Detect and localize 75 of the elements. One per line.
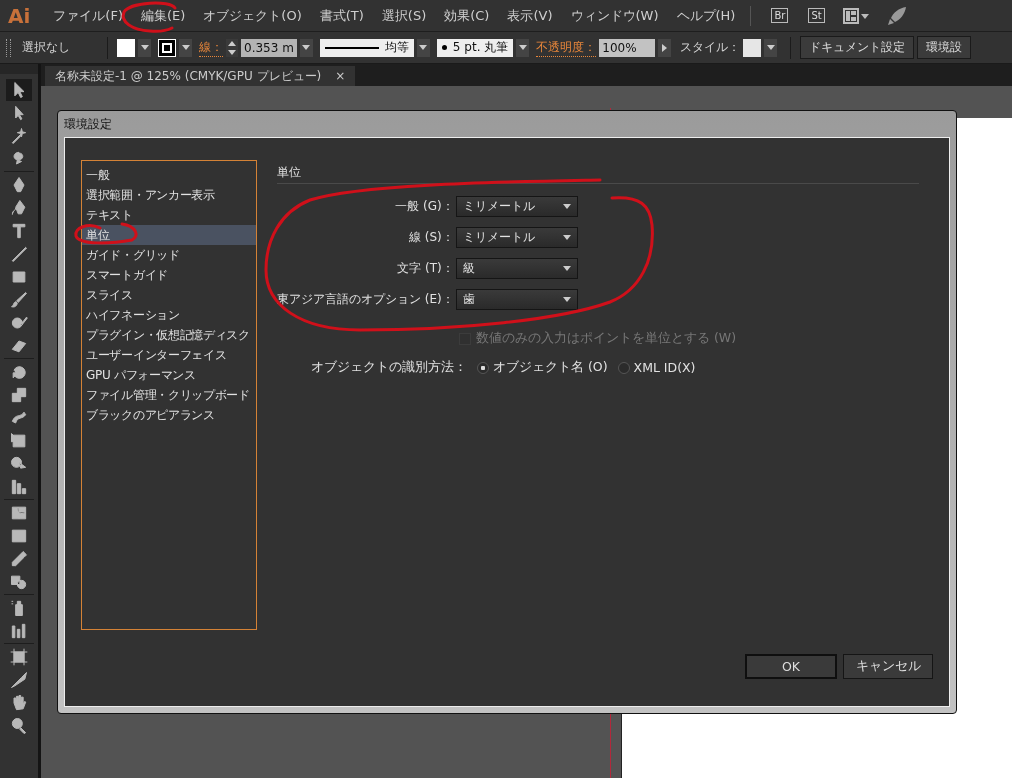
category-item[interactable]: ガイド・グリッド: [82, 245, 256, 265]
paintbrush-icon: [9, 289, 29, 310]
category-item[interactable]: テキスト: [82, 205, 256, 225]
field-label: 一般 (G)：: [394, 198, 454, 215]
eyedropper-icon: [9, 548, 29, 569]
brush-dropdown-button[interactable]: [516, 38, 530, 57]
opacity-field[interactable]: 100%: [599, 38, 656, 57]
menu-item[interactable]: ファイル(F): [44, 6, 132, 25]
stroke-weight-spinner[interactable]: [226, 38, 238, 57]
style-swatch[interactable]: [743, 38, 762, 57]
unit-dropdown[interactable]: ミリメートル: [455, 227, 578, 248]
stroke-profile-dropdown-button[interactable]: [416, 38, 430, 57]
stroke-weight-dropdown-button[interactable]: [299, 38, 313, 57]
section-title: 単位: [277, 164, 919, 184]
stroke-dropdown-button[interactable]: [179, 38, 192, 57]
toolbar-button[interactable]: 環境設: [917, 36, 972, 59]
artboard-icon: [9, 646, 29, 667]
category-item[interactable]: GPU パフォーマンス: [82, 365, 256, 385]
category-item[interactable]: ユーザーインターフェイス: [82, 345, 256, 365]
category-item[interactable]: ファイル管理・クリップボード: [82, 385, 256, 405]
magic-wand-icon: [9, 125, 29, 146]
menu-item[interactable]: 書式(T): [310, 6, 373, 25]
slice-knife-icon: [9, 669, 29, 690]
app-switcher-button[interactable]: Br: [771, 8, 789, 23]
category-item[interactable]: プラグイン・仮想記憶ディスク: [82, 325, 256, 345]
opacity-slider-button[interactable]: [658, 38, 672, 57]
category-item[interactable]: 一般: [82, 165, 256, 185]
checkbox-label: 数値のみの入力はポイントを単位とする (W): [476, 330, 737, 347]
dialog-button[interactable]: OK: [745, 654, 837, 679]
field-label: 東アジア言語のオプション (E)：: [277, 291, 454, 308]
radio-label: XML ID(X): [633, 360, 696, 375]
dialog-button[interactable]: キャンセル: [843, 654, 933, 679]
stroke-profile-field[interactable]: 均等: [319, 38, 414, 57]
field-label: 文字 (T)：: [396, 260, 454, 277]
stroke-swatch[interactable]: [158, 38, 176, 57]
menu-item[interactable]: オブジェクト(O): [194, 6, 311, 25]
menu-item[interactable]: 選択(S): [372, 6, 436, 25]
panel-grip-icon[interactable]: [6, 38, 11, 57]
radio-button[interactable]: [477, 361, 489, 374]
fill-swatch[interactable]: [117, 38, 135, 57]
app-switcher-button[interactable]: St: [808, 8, 825, 23]
unit-dropdown[interactable]: 歯: [455, 289, 578, 310]
selection-status: 選択なし: [22, 39, 70, 56]
menu-item[interactable]: 効果(C): [435, 6, 499, 25]
radio-button[interactable]: [617, 361, 630, 374]
field-label: 線 (S)：: [407, 229, 454, 246]
field-label: オブジェクトの識別方法：: [311, 359, 467, 376]
opacity-link[interactable]: 不透明度：: [536, 38, 597, 57]
category-item[interactable]: 単位: [82, 225, 256, 245]
stroke-weight-field[interactable]: 0.353 m: [241, 38, 297, 57]
dialog-title: 環境設定: [63, 116, 113, 133]
unit-dropdown[interactable]: 級: [455, 258, 578, 279]
app-logo: Ai: [7, 3, 32, 28]
toolbar-button[interactable]: ドキュメント設定: [800, 36, 915, 59]
category-item[interactable]: ハイフネーション: [82, 305, 256, 325]
category-item[interactable]: スライス: [82, 285, 256, 305]
tool-button[interactable]: [6, 78, 32, 101]
category-item[interactable]: スマートガイド: [82, 265, 256, 285]
category-item[interactable]: 選択範囲・アンカー表示: [82, 185, 256, 205]
brush-field[interactable]: 5 pt. 丸筆: [436, 38, 514, 57]
stroke-link[interactable]: 線：: [199, 38, 223, 57]
document-tab[interactable]: 名称未設定-1 @ 125% (CMYK/GPU プレビュー) ×: [45, 66, 356, 86]
style-dropdown-button[interactable]: [764, 38, 778, 57]
menu-item[interactable]: 表示(V): [498, 6, 562, 25]
layout-grid-icon[interactable]: [842, 7, 871, 24]
menu-item[interactable]: 編集(E): [131, 6, 195, 25]
style-label: スタイル：: [680, 39, 741, 56]
menu-item[interactable]: ヘルプ(H): [667, 6, 745, 25]
close-tab-button[interactable]: ×: [335, 69, 346, 83]
zoom-icon: [9, 715, 29, 736]
menu-item[interactable]: ウィンドウ(W): [561, 6, 668, 25]
category-item[interactable]: ブラックのアピアランス: [82, 405, 256, 425]
unit-dropdown[interactable]: ミリメートル: [455, 196, 578, 217]
fill-dropdown-button[interactable]: [138, 38, 151, 57]
radio-label: オブジェクト名 (O): [493, 359, 608, 376]
